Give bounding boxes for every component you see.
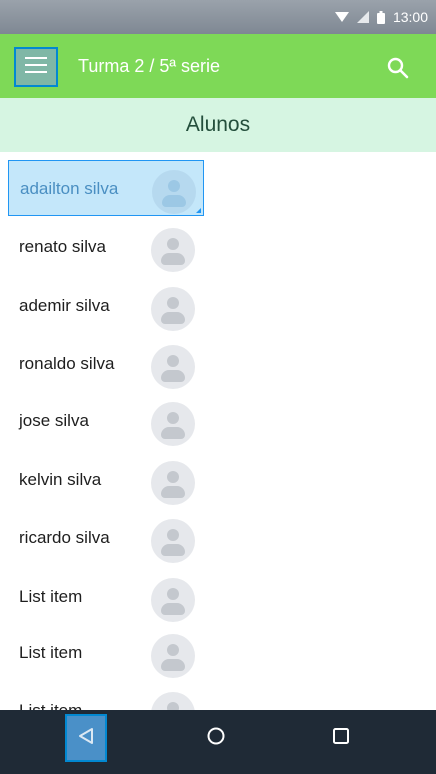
list-item[interactable]: ronaldo silva	[8, 336, 204, 392]
list-item[interactable]: ricardo silva	[8, 510, 204, 566]
student-name: ricardo silva	[19, 528, 110, 547]
menu-button[interactable]	[14, 47, 58, 87]
home-circle-icon	[206, 726, 226, 751]
back-button[interactable]	[65, 714, 107, 762]
hamburger-menu-icon	[25, 56, 47, 78]
avatar-icon	[151, 228, 195, 272]
search-icon	[386, 57, 410, 84]
avatar-icon	[151, 519, 195, 563]
student-name: List item	[19, 643, 83, 662]
avatar-icon	[151, 287, 195, 331]
recents-button[interactable]	[320, 714, 362, 762]
recents-square-icon	[332, 727, 350, 750]
app-bar: Turma 2 / 5ª serie	[0, 34, 436, 98]
navigation-bar	[0, 710, 436, 774]
list-item[interactable]: adailton silva	[8, 160, 204, 216]
status-time: 13:00	[392, 9, 428, 25]
list-item[interactable]: List item	[8, 625, 204, 681]
avatar-icon	[151, 692, 195, 710]
student-name: List item	[19, 587, 83, 606]
list-item[interactable]: kelvin silva	[8, 452, 204, 508]
student-name: adailton silva	[20, 179, 119, 198]
student-name: renato silva	[19, 237, 106, 256]
list-item[interactable]: List item	[8, 569, 204, 625]
section-header: Alunos	[0, 98, 436, 152]
avatar-icon	[151, 402, 195, 446]
student-name: List item	[19, 701, 82, 710]
student-list[interactable]: adailton silva renato silva ademir silva…	[0, 152, 436, 710]
list-item[interactable]: jose silva	[8, 393, 204, 449]
selection-corner-mark	[196, 208, 201, 213]
status-icons: 13:00	[334, 9, 428, 25]
back-triangle-icon	[77, 727, 95, 750]
avatar-icon	[151, 345, 195, 389]
student-name: ronaldo silva	[19, 354, 115, 373]
list-item[interactable]: renato silva	[8, 219, 204, 275]
status-bar: 13:00	[0, 0, 436, 34]
home-button[interactable]	[195, 714, 237, 762]
avatar-icon	[151, 634, 195, 678]
battery-icon	[376, 10, 385, 24]
student-name: kelvin silva	[19, 470, 102, 489]
avatar-icon	[151, 578, 195, 622]
list-item[interactable]: ademir silva	[8, 278, 204, 334]
section-title: Alunos	[185, 113, 251, 136]
student-name: ademir silva	[19, 296, 110, 315]
student-name: jose silva	[19, 411, 89, 430]
signal-icon	[356, 11, 369, 23]
wifi-icon	[334, 11, 349, 23]
search-button[interactable]	[386, 56, 410, 80]
avatar-icon	[151, 461, 195, 505]
list-item[interactable]: List item	[8, 683, 204, 710]
app-title: Turma 2 / 5ª serie	[78, 56, 221, 76]
avatar-icon	[152, 170, 196, 214]
